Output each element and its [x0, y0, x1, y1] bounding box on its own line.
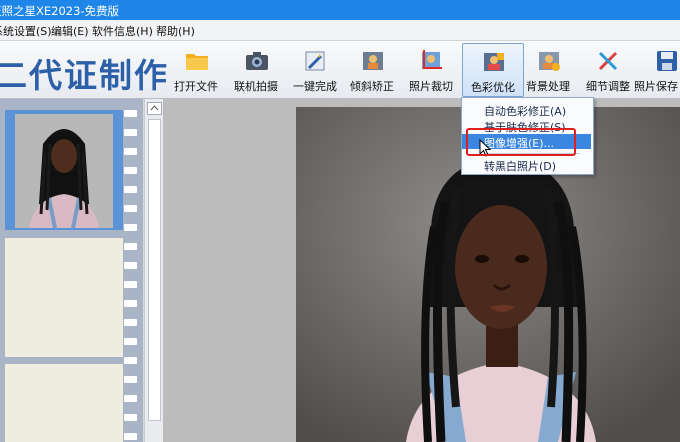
background-process-button[interactable]: 背景处理 — [518, 43, 578, 95]
photo-canvas — [163, 99, 680, 442]
auto-color-correct-item[interactable]: 自动色彩修正(A) — [462, 102, 591, 118]
to-black-white-label: 转黑白照片(D) — [484, 160, 557, 173]
chevron-up-icon — [150, 105, 159, 111]
detail-adjust-icon — [598, 51, 618, 71]
film-perforation — [124, 186, 137, 193]
film-perforation — [124, 129, 137, 136]
film-perforation — [124, 414, 137, 421]
film-perforation — [124, 338, 137, 345]
magic-wand-icon — [305, 51, 325, 71]
scroll-up-button[interactable] — [147, 102, 162, 115]
scroll-thumb[interactable] — [148, 119, 161, 421]
rotate-correction-icon — [363, 52, 383, 70]
thumbnail-photo — [15, 114, 113, 228]
film-perforation — [124, 395, 137, 402]
title-bar: 证照之星XE2023-免费版 — [0, 0, 680, 20]
detail-adjust-button[interactable]: 细节调整 — [578, 43, 638, 95]
window-title: 证照之星XE2023-免费版 — [0, 4, 120, 18]
photo-save-label: 照片保存 — [634, 80, 678, 93]
menu-software-info[interactable]: 软件信息(H) — [92, 23, 153, 39]
menu-bar: 系统设置(S) 编辑(E) 软件信息(H) 帮助(H) — [0, 20, 680, 41]
crop-icon — [422, 50, 442, 69]
to-black-white-item[interactable]: 转黑白照片(D) — [462, 157, 591, 173]
thumbnail-slot[interactable] — [5, 364, 123, 442]
save-icon — [657, 51, 677, 71]
open-file-button[interactable]: 打开文件 — [166, 43, 226, 95]
film-perforation — [124, 167, 137, 174]
film-perforation — [124, 148, 137, 155]
film-perforation — [124, 262, 137, 269]
film-perforation — [124, 110, 137, 117]
film-perforation — [124, 357, 137, 364]
film-perforation — [124, 433, 137, 440]
menu-edit[interactable]: 编辑(E) — [51, 23, 89, 39]
camera-icon — [246, 52, 268, 70]
thumbnail-slot[interactable] — [5, 238, 123, 357]
portrait-thumbnail-image — [15, 114, 113, 228]
annotation-highlight-box — [466, 128, 576, 156]
film-perforation — [124, 243, 137, 250]
toolbar: 二代证制作 打开文件 联机拍摄 一键完成 倾斜矫正 照片裁切 色彩优化 背景处理… — [0, 41, 680, 99]
folder-icon — [186, 54, 208, 70]
thumbnail-panel — [0, 99, 143, 442]
tilt-correction-button[interactable]: 倾斜矫正 — [342, 43, 402, 95]
photo-save-button[interactable]: 照片保存 — [634, 43, 680, 95]
thumbnail-scrollbar[interactable] — [144, 99, 163, 442]
tethered-shoot-button[interactable]: 联机拍摄 — [226, 43, 286, 95]
film-perforation — [124, 376, 137, 383]
menu-help[interactable]: 帮助(H) — [156, 23, 195, 39]
photo-crop-button[interactable]: 照片裁切 — [401, 43, 461, 95]
menu-system-settings[interactable]: 系统设置(S) — [0, 23, 52, 39]
film-perforation — [124, 205, 137, 212]
background-process-icon — [539, 52, 560, 71]
film-perforation — [124, 319, 137, 326]
film-perforation — [124, 300, 137, 307]
thumbnail-selected[interactable] — [5, 110, 123, 230]
film-perforation — [124, 281, 137, 288]
app-title: 二代证制作 — [0, 56, 169, 95]
color-optimize-icon — [484, 53, 504, 71]
auto-color-correct-label: 自动色彩修正(A) — [484, 105, 567, 118]
film-perforation — [124, 224, 137, 231]
